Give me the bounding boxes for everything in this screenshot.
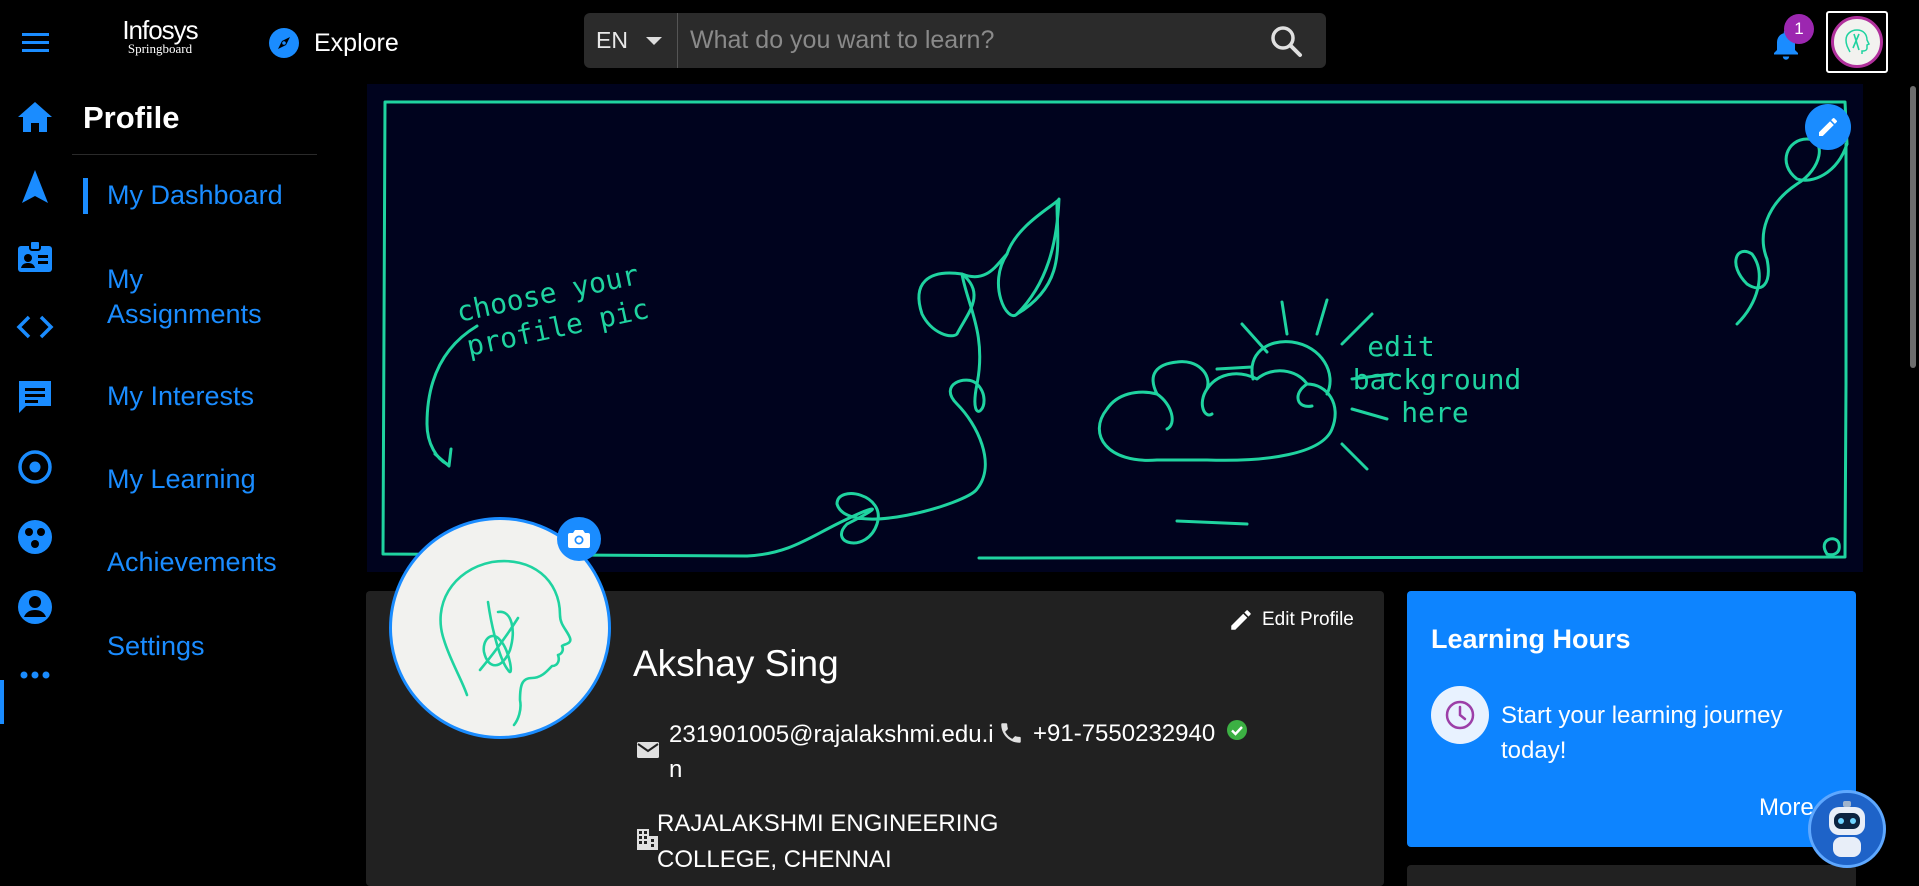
banner-right-text-3: here bbox=[1401, 396, 1468, 429]
navigation-icon[interactable] bbox=[14, 166, 56, 208]
search-bar: EN bbox=[584, 13, 1326, 68]
user-avatar-button[interactable] bbox=[1826, 11, 1888, 73]
avatar bbox=[1831, 16, 1883, 68]
submenu-item-assignments[interactable]: My Assignments bbox=[107, 262, 277, 332]
home-icon[interactable] bbox=[14, 96, 56, 138]
chevron-down-icon bbox=[645, 36, 662, 45]
community-icon[interactable] bbox=[14, 516, 56, 558]
profile-name: Akshay Sing bbox=[633, 643, 839, 684]
profile-banner[interactable]: choose your profile pic edit background … bbox=[367, 84, 1863, 572]
code-icon[interactable] bbox=[14, 306, 56, 348]
explore-label: Explore bbox=[314, 28, 399, 57]
compass-icon bbox=[268, 27, 300, 59]
top-header: Infosys Springboard Explore EN 1 bbox=[0, 0, 1919, 84]
phone-icon bbox=[998, 720, 1024, 746]
active-indicator bbox=[83, 178, 88, 214]
edit-banner-button[interactable] bbox=[1805, 104, 1851, 150]
notification-badge: 1 bbox=[1784, 14, 1814, 44]
banner-doodle: choose your profile pic edit background … bbox=[381, 100, 1849, 560]
camera-icon bbox=[567, 528, 591, 550]
explore-button[interactable]: Explore bbox=[268, 26, 399, 60]
badge-icon[interactable] bbox=[14, 236, 56, 278]
submenu-item-interests[interactable]: My Interests bbox=[107, 379, 254, 414]
verified-check-icon bbox=[1225, 718, 1249, 742]
submenu-item-learning[interactable]: My Learning bbox=[107, 462, 256, 497]
target-icon[interactable] bbox=[14, 446, 56, 488]
learning-hours-card: Learning Hours Start your learning journ… bbox=[1407, 591, 1856, 847]
infosys-springboard-logo[interactable]: Infosys Springboard bbox=[120, 16, 200, 64]
change-photo-button[interactable] bbox=[557, 517, 601, 561]
edit-profile-button[interactable]: Edit Profile bbox=[1228, 605, 1354, 635]
menu-icon[interactable] bbox=[20, 28, 52, 56]
edit-profile-label: Edit Profile bbox=[1262, 609, 1354, 630]
divider bbox=[72, 154, 317, 155]
robot-icon bbox=[1829, 801, 1865, 857]
pencil-icon bbox=[1816, 115, 1840, 139]
submenu-item-settings[interactable]: Settings bbox=[107, 629, 205, 664]
chat-icon[interactable] bbox=[14, 376, 56, 418]
profile-icon[interactable] bbox=[14, 586, 56, 628]
language-value: EN bbox=[596, 27, 628, 53]
banner-right-text-2: background bbox=[1353, 363, 1522, 396]
scrollbar[interactable] bbox=[1906, 84, 1919, 886]
more-link[interactable]: More bbox=[1759, 794, 1814, 822]
submenu-item-dashboard[interactable]: My Dashboard bbox=[107, 178, 283, 213]
submenu-item-achievements[interactable]: Achievements bbox=[107, 545, 277, 580]
learning-hours-title: Learning Hours bbox=[1431, 624, 1631, 654]
profile-email: 231901005@rajalakshmi.edu.in bbox=[669, 721, 994, 783]
logo-line2: Springboard bbox=[127, 41, 193, 56]
active-indicator bbox=[0, 680, 4, 724]
search-icon[interactable] bbox=[1266, 21, 1306, 61]
logo-line1: Infosys bbox=[122, 15, 198, 45]
language-select[interactable]: EN bbox=[584, 13, 678, 68]
learning-hours-message: Start your learning journey today! bbox=[1501, 702, 1783, 764]
banner-right-text-1: edit bbox=[1367, 330, 1434, 363]
clock-icon bbox=[1431, 686, 1489, 744]
more-icon[interactable] bbox=[14, 654, 56, 696]
search-input[interactable] bbox=[678, 13, 1266, 68]
chatbot-button[interactable] bbox=[1808, 790, 1886, 868]
profile-organization: RAJALAKSHMI ENGINEERING COLLEGE, CHENNAI bbox=[657, 810, 999, 873]
profile-phone: +91-7550232940 bbox=[1033, 720, 1216, 747]
pencil-icon bbox=[1228, 607, 1254, 633]
email-icon bbox=[635, 737, 661, 763]
secondary-card bbox=[1407, 865, 1856, 886]
submenu-title: Profile bbox=[83, 100, 180, 135]
icon-rail bbox=[0, 84, 72, 886]
scrollbar-thumb[interactable] bbox=[1910, 86, 1916, 368]
